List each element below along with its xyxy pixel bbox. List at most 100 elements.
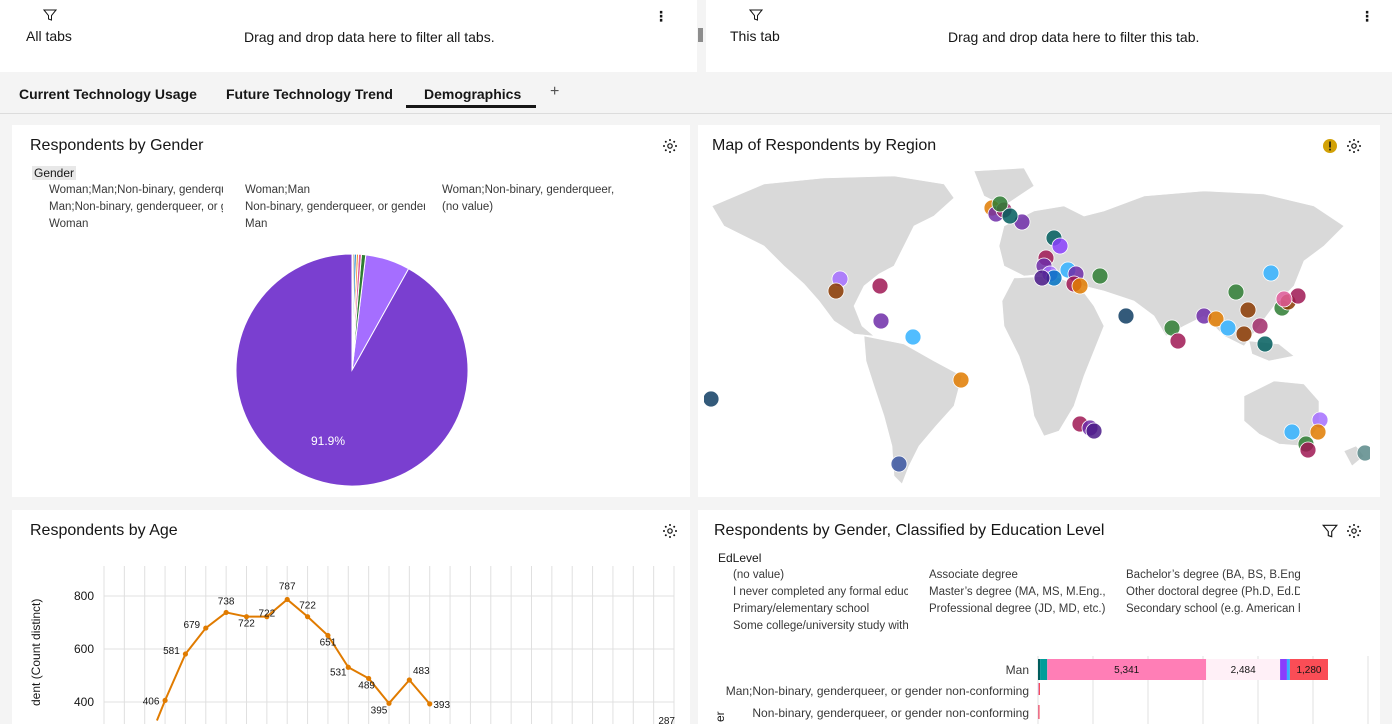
map-bubble[interactable] (871, 277, 889, 295)
settings-icon[interactable] (1346, 523, 1362, 539)
age-data-label: 787 (279, 581, 296, 592)
legend-item[interactable]: Man (245, 218, 425, 230)
add-tab-button[interactable]: + (550, 83, 559, 101)
world-map[interactable] (704, 166, 1370, 497)
age-data-label: 738 (218, 596, 235, 607)
map-bubble[interactable] (952, 371, 970, 389)
overflow-menu-icon[interactable]: ⋮ (1360, 8, 1374, 24)
edu-card[interactable]: Respondents by Gender, Classified by Edu… (698, 510, 1380, 724)
filter-icon[interactable] (1322, 523, 1338, 539)
map-bubble[interactable] (872, 312, 890, 330)
legend-item[interactable]: Primary/elementary school (733, 603, 908, 615)
legend-item[interactable]: Associate degree (929, 569, 1109, 581)
legend-item[interactable]: Master’s degree (MA, MS, M.Eng., MBA, et… (929, 586, 1109, 598)
age-point[interactable] (203, 625, 209, 631)
map-bubble[interactable] (904, 328, 922, 346)
map-bubble[interactable] (1071, 277, 1089, 295)
legend-item[interactable]: Woman;Man (245, 184, 425, 196)
map-bubble[interactable] (1356, 444, 1370, 462)
map-bubble[interactable] (1275, 290, 1293, 308)
legend-item[interactable]: Non-binary, genderqueer, or gender (245, 201, 425, 213)
age-data-label-extra: 287 (658, 716, 675, 724)
age-data-label: 406 (143, 696, 160, 707)
filter-icon[interactable] (749, 8, 763, 22)
map-bubble[interactable] (1239, 301, 1257, 319)
settings-icon[interactable] (1346, 138, 1362, 154)
age-point[interactable] (304, 614, 311, 620)
map-bubble[interactable] (1085, 422, 1103, 440)
map-bubble[interactable] (1283, 423, 1301, 441)
edu-bar-segment[interactable] (1040, 659, 1048, 680)
warning-icon[interactable] (1322, 138, 1338, 154)
age-point[interactable] (406, 677, 412, 683)
map-bubble[interactable] (1289, 287, 1307, 305)
legend-item[interactable]: Bachelor’s degree (BA, BS, B.Eng., etc.) (1126, 569, 1300, 581)
legend-item[interactable]: Man;Non-binary, genderqueer, or gender n… (49, 201, 223, 213)
map-bubble[interactable] (1251, 317, 1269, 335)
age-data-label: 722 (259, 609, 276, 620)
edu-bar-label: 5,341 (1114, 665, 1139, 676)
edu-stacked-bar-chart[interactable]: Man Man;Non-binary, genderqueer, or gend… (698, 650, 1380, 724)
legend-item[interactable]: I never completed any formal education (733, 586, 908, 598)
legend-item[interactable]: Some college/university study without ea… (733, 620, 908, 632)
map-bubble[interactable] (1051, 237, 1069, 255)
legend-item[interactable]: (no value) (442, 201, 616, 213)
legend-item[interactable]: Woman;Non-binary, genderqueer, or gender… (442, 184, 616, 196)
edu-bar-segment[interactable] (1286, 659, 1290, 680)
map-bubble[interactable] (1169, 332, 1187, 350)
tab-future-technology-trend[interactable]: Future Technology Trend (226, 86, 393, 102)
legend-item[interactable]: (no value) (733, 569, 908, 581)
filter-bar: All tabs Drag and drop data here to filt… (0, 0, 1392, 72)
legend-item[interactable]: Professional degree (JD, MD, etc.) (929, 603, 1109, 615)
age-data-label: 395 (371, 705, 388, 716)
map-bubble[interactable] (1001, 207, 1019, 225)
map-bubble[interactable] (827, 282, 845, 300)
map-bubble[interactable] (1219, 319, 1237, 337)
map-bubble[interactable] (1227, 283, 1245, 301)
age-line-chart[interactable]: dent (Count distinct) 800 600 400 406 581… (12, 560, 690, 724)
legend-item[interactable]: Other doctoral degree (Ph.D, Ed.D., etc.… (1126, 586, 1300, 598)
map-bubble[interactable] (1091, 267, 1109, 285)
edu-bar-segment[interactable] (1038, 683, 1040, 695)
age-point[interactable] (284, 596, 290, 603)
legend-item[interactable]: Secondary school (e.g. American high sch… (1126, 603, 1300, 615)
age-card[interactable]: Respondents by Age dent (Count distinct)… (12, 510, 690, 724)
settings-icon[interactable] (662, 523, 678, 539)
map-bubble[interactable] (1299, 441, 1317, 459)
edu-bar-segment[interactable] (1038, 705, 1040, 719)
map-bubble[interactable] (1117, 307, 1135, 325)
gender-card[interactable]: Respondents by Gender Gender Woman;Man;N… (12, 125, 690, 497)
age-point[interactable] (427, 701, 433, 707)
age-data-label: 722 (299, 601, 316, 612)
tab-current-technology-usage[interactable]: Current Technology Usage (19, 86, 197, 102)
all-tabs-label: All tabs (26, 28, 72, 44)
edu-bar-label: 1,280 (1296, 665, 1321, 676)
map-bubble[interactable] (1033, 269, 1051, 287)
map-bubble[interactable] (1235, 325, 1253, 343)
legend-item[interactable]: Woman;Man;Non-binary, genderqueer, or ge… (49, 184, 223, 196)
edu-bar-segment[interactable] (1038, 659, 1041, 680)
age-data-label: 679 (183, 620, 200, 631)
tab-demographics[interactable]: Demographics (424, 86, 521, 102)
age-point[interactable] (182, 651, 189, 657)
map-card-title: Map of Respondents by Region (712, 137, 937, 154)
age-point[interactable] (223, 609, 229, 616)
age-point[interactable] (162, 697, 168, 704)
settings-icon[interactable] (662, 138, 678, 154)
overflow-menu-icon[interactable]: ⋮ (654, 8, 668, 24)
age-ytick: 600 (74, 642, 94, 656)
edu-bar-segment[interactable] (1280, 659, 1287, 680)
filter-divider-handle[interactable] (698, 28, 703, 42)
filter-icon[interactable] (43, 8, 57, 22)
legend-item[interactable]: Woman (49, 218, 223, 230)
this-tab-filter-zone[interactable]: This tab Drag and drop data here to filt… (706, 0, 1392, 72)
gender-pie-chart[interactable]: 91.9% (232, 250, 472, 490)
map-bubble[interactable] (1262, 264, 1280, 282)
map-bubble[interactable] (1309, 423, 1327, 441)
map-bubble[interactable] (704, 390, 720, 408)
map-bubble[interactable] (1256, 335, 1274, 353)
all-tabs-filter-zone[interactable]: All tabs Drag and drop data here to filt… (0, 0, 697, 72)
map-card[interactable]: Map of Respondents by Region (698, 125, 1380, 497)
map-bubble[interactable] (890, 455, 908, 473)
edu-row-label: Man (1006, 663, 1029, 677)
